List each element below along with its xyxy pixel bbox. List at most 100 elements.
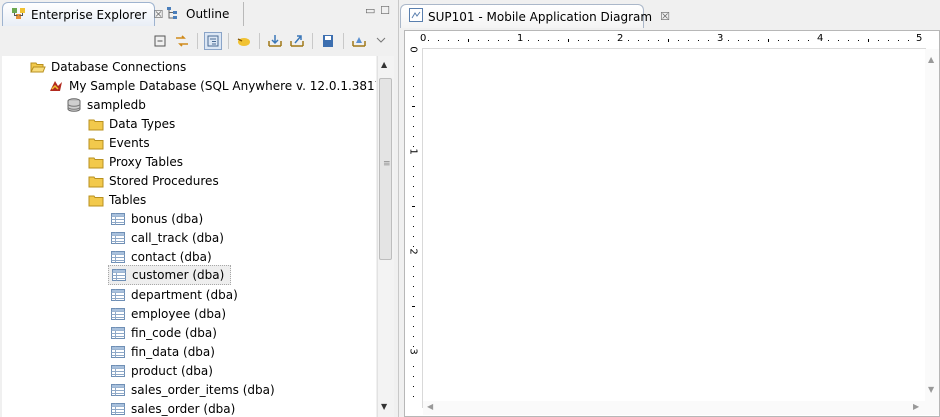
tree-item-events[interactable]: Events: [88, 133, 150, 152]
scroll-down-icon[interactable]: ▼: [381, 402, 387, 411]
tree-item-table[interactable]: product (dba): [110, 361, 213, 380]
table-icon: [111, 383, 125, 396]
minimize-icon[interactable]: ▭: [365, 5, 375, 16]
folder-icon: [88, 195, 104, 206]
ruler-label: 4: [817, 33, 824, 44]
view-menu-icon[interactable]: [372, 32, 390, 50]
tree-label: call_track (dba): [131, 230, 224, 245]
save-icon[interactable]: [319, 32, 337, 50]
tree-item-connection[interactable]: My Sample Database (SQL Anywhere v. 12.0…: [48, 76, 376, 95]
scroll-up-icon[interactable]: ▲: [928, 55, 934, 64]
tree-label: Events: [109, 135, 150, 150]
enterprise-explorer-icon: [11, 6, 27, 23]
diagram-icon: [409, 8, 423, 25]
scroll-left-icon[interactable]: ◀: [427, 402, 433, 411]
scroll-down-icon[interactable]: ▼: [928, 385, 934, 394]
scrollbar-thumb[interactable]: ≡: [379, 78, 392, 260]
folder-icon: [88, 119, 104, 130]
tab-enterprise-explorer[interactable]: Enterprise Explorer ☒: [2, 2, 163, 26]
tree-label: Database Connections: [51, 59, 187, 74]
tree-label: product (dba): [131, 363, 213, 378]
export-icon[interactable]: [288, 32, 306, 50]
table-icon: [111, 345, 125, 358]
table-icon: [112, 269, 126, 281]
hierarchy-icon[interactable]: [204, 32, 222, 50]
tab-outline[interactable]: Outline: [158, 2, 244, 26]
folder-icon: [88, 176, 104, 187]
tree-label: contact (dba): [131, 249, 212, 264]
maximize-icon[interactable]: ☐: [380, 5, 390, 16]
folder-icon: [88, 157, 104, 168]
tree-item-table[interactable]: sales_order (dba): [110, 399, 235, 417]
ruler-label: 5: [916, 33, 923, 44]
tab-mobile-application-diagram[interactable]: SUP101 - Mobile Application Diagram ☒: [400, 4, 670, 28]
scroll-up-icon[interactable]: ▲: [381, 60, 387, 69]
table-icon: [111, 326, 125, 339]
ruler-label: 1: [517, 33, 524, 44]
tree-item-stored-procedures[interactable]: Stored Procedures: [88, 171, 219, 190]
tree-label: Stored Procedures: [109, 173, 219, 188]
tab-outline-label: Outline: [186, 7, 230, 21]
connect-icon[interactable]: [235, 32, 253, 50]
tree-item-tables[interactable]: Tables: [88, 190, 146, 209]
close-icon[interactable]: ☒: [660, 10, 670, 23]
toolbar-separator: [259, 33, 260, 49]
tree-item-table[interactable]: fin_data (dba): [110, 342, 215, 361]
tree-label: Tables: [109, 192, 147, 207]
open-folder-icon: [30, 62, 46, 72]
tree-item-table[interactable]: contact (dba): [110, 247, 212, 266]
ruler-label: 1: [407, 148, 419, 155]
ruler-label: 0: [420, 33, 427, 44]
toolbar-separator: [343, 33, 344, 49]
tree-label: fin_code (dba): [131, 325, 217, 340]
link-editor-icon[interactable]: [173, 32, 191, 50]
diagram-canvas[interactable]: 0 1 2 3 4 5 0 1 2 3 ▲ ▼ ◀ ▶: [404, 30, 940, 417]
tree-label: fin_data (dba): [131, 344, 215, 359]
tree-item-data-types[interactable]: Data Types: [88, 114, 175, 133]
tree-label: department (dba): [131, 287, 238, 302]
canvas-horizontal-scrollbar[interactable]: ◀ ▶: [423, 401, 939, 415]
left-tab-bar: Enterprise Explorer ☒ Outline ▭ ☐: [0, 0, 398, 30]
tree-item-table[interactable]: department (dba): [110, 285, 238, 304]
tree-label: sales_order_items (dba): [131, 382, 275, 397]
explorer-tree: Database Connections My Sample Database …: [2, 56, 376, 417]
tree-label: My Sample Database (SQL Anywhere v. 12.0…: [69, 78, 376, 93]
explorer-toolbar: [0, 29, 398, 53]
ruler-label: 2: [407, 248, 419, 255]
tree-item-table[interactable]: bonus (dba): [110, 209, 203, 228]
tree-vertical-scrollbar[interactable]: ▲ ≡ ▼: [377, 56, 394, 417]
tree-item-table-selected[interactable]: customer (dba): [108, 265, 232, 285]
vertical-ruler: 0 1 2 3: [406, 46, 423, 408]
table-icon: [111, 212, 125, 225]
tree-label: Data Types: [109, 116, 176, 131]
scroll-right-icon[interactable]: ▶: [913, 402, 919, 411]
folder-icon: [88, 138, 104, 149]
tree-label: sales_order (dba): [131, 401, 236, 416]
table-icon: [111, 231, 125, 244]
tab-enterprise-explorer-label: Enterprise Explorer: [31, 7, 147, 22]
import-icon[interactable]: [266, 32, 284, 50]
deploy-icon[interactable]: [350, 32, 368, 50]
diagram-editor-view: SUP101 - Mobile Application Diagram ☒ 0 …: [400, 0, 940, 417]
tree-item-proxy-tables[interactable]: Proxy Tables: [88, 152, 183, 171]
table-icon: [111, 288, 125, 301]
collapse-all-icon[interactable]: [151, 32, 169, 50]
tree-item-sampledb[interactable]: sampledb: [66, 95, 146, 114]
tree-item-table[interactable]: call_track (dba): [110, 228, 224, 247]
horizontal-ruler: 0 1 2 3 4 5: [406, 32, 926, 49]
table-icon: [111, 402, 125, 415]
tree-label: Proxy Tables: [109, 154, 183, 169]
tree-item-table[interactable]: fin_code (dba): [110, 323, 217, 342]
canvas-vertical-scrollbar[interactable]: ▲ ▼: [925, 49, 939, 401]
ruler-label: 2: [617, 33, 624, 44]
ruler-ticks: [428, 39, 909, 42]
tree-item-database-connections[interactable]: Database Connections: [30, 57, 186, 76]
ruler-label: 3: [717, 33, 724, 44]
tree-item-table[interactable]: employee (dba): [110, 304, 226, 323]
toolbar-separator: [312, 33, 313, 49]
tree-item-table[interactable]: sales_order_items (dba): [110, 380, 275, 399]
tree-label: sampledb: [87, 97, 146, 112]
tree-label: customer (dba): [132, 268, 225, 282]
ruler-label: 3: [407, 348, 419, 355]
tree-label: bonus (dba): [131, 211, 204, 226]
